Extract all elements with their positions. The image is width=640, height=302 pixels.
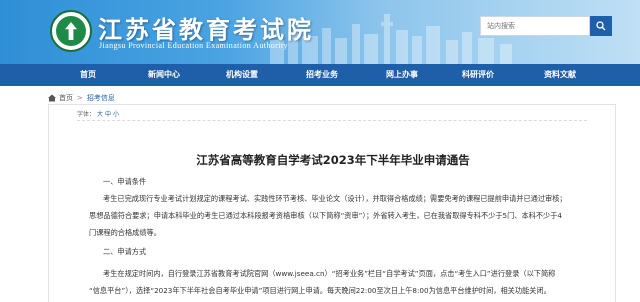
article-panel: 字体：大中小 江苏省高等教育自学考试2023年下半年毕业申请通告 一、申请条件 … [48,104,616,302]
font-size-label: 字体： [77,111,96,118]
home-icon [48,94,56,102]
breadcrumb: 首页 > 招考信息 [48,93,115,103]
article-paragraph: 考生已完成现行专业考试计划规定的课程考试、实践性环节考核、毕业论文（设计），并取… [89,190,589,241]
site-subtitle: Jiangsu Provincial Education Examination… [99,41,288,50]
main-nav: 首页 新闻中心 机构设置 招考业务 网上办事 科研评价 资料文献 [0,64,640,86]
paragraph-line: 思想品德符合要求；申请本科毕业的考生已通过本科段报考资格审核（以下简称“资审”）… [89,211,562,220]
font-size-selector: 字体：大中小 [77,109,119,118]
nav-item-exam-business[interactable]: 招考业务 [306,64,338,86]
font-size-small[interactable]: 小 [113,111,119,118]
emblem-logo[interactable] [50,10,92,52]
nav-item-documents[interactable]: 资料文献 [544,64,576,86]
breadcrumb-current-link[interactable]: 招考信息 [87,93,115,103]
section-heading: 一、申请条件 [103,177,147,186]
nav-item-research[interactable]: 科研评价 [462,64,494,86]
paragraph-line: “信息平台”），选择“2023年下半年社会自考毕业申请”项目进行网上申请。每天晚… [89,286,551,295]
site-title: 江苏省教育考试院 [98,15,314,44]
paragraph-line: 考生在规定时间内，自行登录江苏省教育考试院官网（www.jseea.cn）“招考… [103,269,556,278]
breadcrumb-separator: > [77,94,83,102]
site-header: 江苏省教育考试院 Jiangsu Provincial Education Ex… [0,0,640,64]
breadcrumb-home-link[interactable]: 首页 [59,93,73,103]
search-icon [596,21,606,31]
font-size-large[interactable]: 大 [97,111,103,118]
divider [77,120,587,121]
section-heading: 二、申请方式 [103,247,147,256]
font-size-medium[interactable]: 中 [105,111,111,118]
article-paragraph: 考生在规定时间内，自行登录江苏省教育考试院官网（www.jseea.cn）“招考… [89,265,589,299]
search-input[interactable] [480,16,590,36]
paragraph-line: 门课程的合格成绩等。 [89,228,161,237]
nav-item-news[interactable]: 新闻中心 [148,64,180,86]
nav-item-online-services[interactable]: 网上办事 [386,64,418,86]
paragraph-line: 考生已完成现行专业考试计划规定的课程考试、实践性环节考核、毕业论文（设计），并取… [103,194,567,203]
nav-item-home[interactable]: 首页 [80,64,96,86]
search-button[interactable] [590,16,612,36]
nav-item-organization[interactable]: 机构设置 [226,64,258,86]
article-title: 江苏省高等教育自学考试2023年下半年毕业申请通告 [196,153,470,167]
